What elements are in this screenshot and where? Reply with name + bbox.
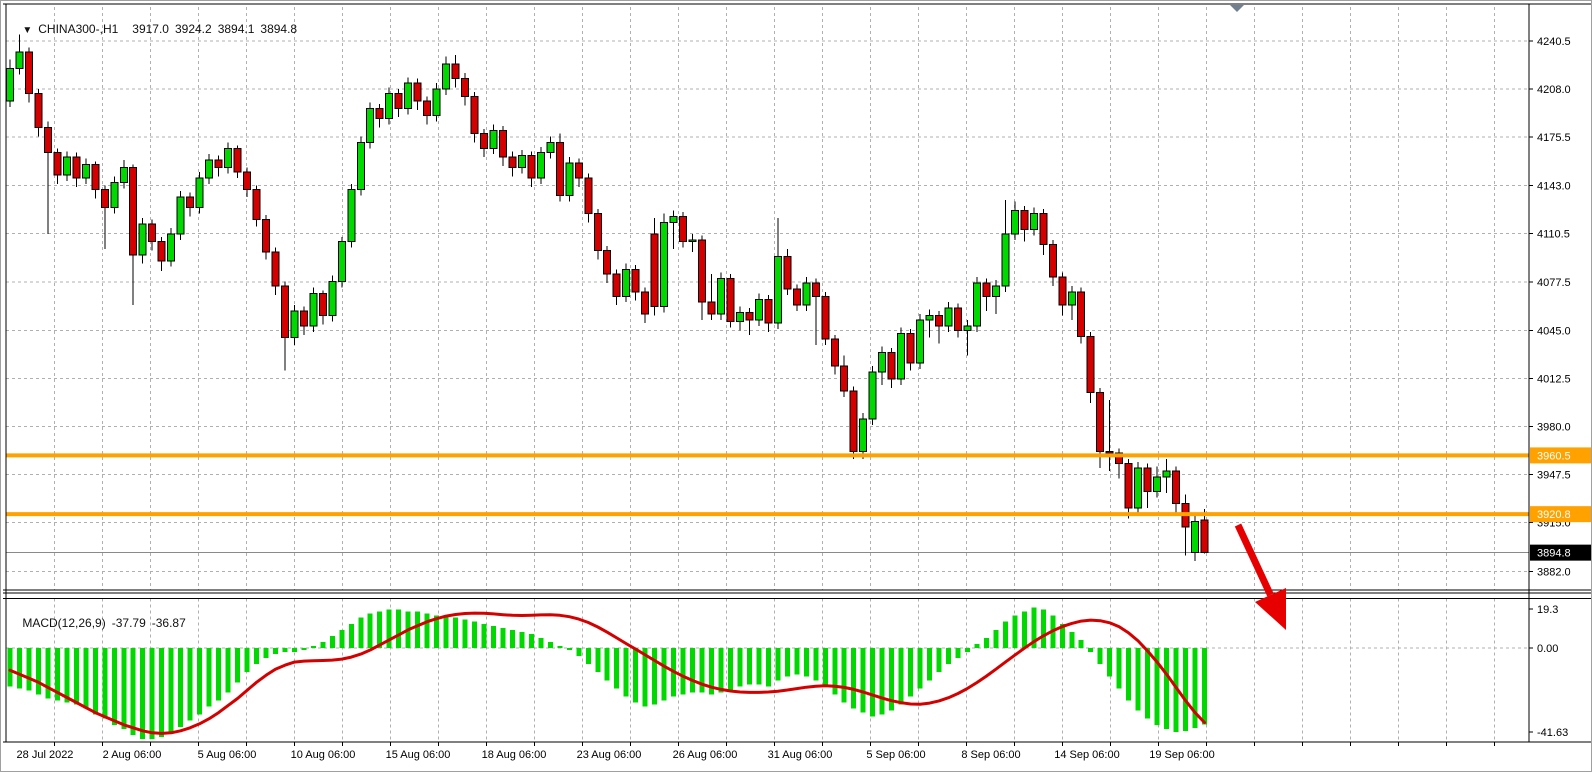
svg-text:3960.5: 3960.5 [1537, 450, 1571, 462]
svg-text:10 Aug 06:00: 10 Aug 06:00 [291, 749, 356, 761]
svg-text:4208.0: 4208.0 [1537, 84, 1571, 96]
svg-text:14 Sep 06:00: 14 Sep 06:00 [1054, 749, 1119, 761]
svg-text:19.3: 19.3 [1537, 604, 1558, 616]
svg-text:5 Aug 06:00: 5 Aug 06:00 [198, 749, 257, 761]
svg-text:4240.5: 4240.5 [1537, 36, 1571, 48]
svg-text:8 Sep 06:00: 8 Sep 06:00 [961, 749, 1020, 761]
svg-text:31 Aug 06:00: 31 Aug 06:00 [768, 749, 833, 761]
svg-text:26 Aug 06:00: 26 Aug 06:00 [673, 749, 738, 761]
svg-text:3980.0: 3980.0 [1537, 422, 1571, 434]
svg-text:18 Aug 06:00: 18 Aug 06:00 [482, 749, 547, 761]
svg-text:15 Aug 06:00: 15 Aug 06:00 [386, 749, 451, 761]
svg-text:-41.63: -41.63 [1537, 727, 1568, 739]
svg-text:5 Sep 06:00: 5 Sep 06:00 [866, 749, 925, 761]
svg-text:4175.5: 4175.5 [1537, 132, 1571, 144]
svg-text:28 Jul 2022: 28 Jul 2022 [17, 749, 74, 761]
chart-window: 4240.5 4208.0 4175.5 4143.0 4110.5 4077.5 4045… [0, 0, 1592, 772]
svg-text:0.00: 0.00 [1537, 643, 1558, 655]
svg-text:19 Sep 06:00: 19 Sep 06:00 [1149, 749, 1214, 761]
level-price-label: 3920.8 [1530, 506, 1592, 522]
chart-canvas[interactable]: 4240.5 4208.0 4175.5 4143.0 4110.5 4077.5 4045… [1, 1, 1592, 772]
svg-text:3894.8: 3894.8 [1537, 548, 1571, 560]
svg-text:4012.5: 4012.5 [1537, 373, 1571, 385]
svg-text:3947.5: 3947.5 [1537, 470, 1571, 482]
svg-text:3920.8: 3920.8 [1537, 509, 1571, 521]
svg-text:4045.0: 4045.0 [1537, 325, 1571, 337]
svg-text:2 Aug 06:00: 2 Aug 06:00 [103, 749, 162, 761]
current-price-label: 3894.8 [1530, 545, 1592, 561]
svg-text:3882.0: 3882.0 [1537, 567, 1571, 579]
svg-text:4143.0: 4143.0 [1537, 180, 1571, 192]
svg-text:4110.5: 4110.5 [1537, 228, 1570, 240]
level-price-label: 3960.5 [1530, 447, 1592, 463]
svg-text:4077.5: 4077.5 [1537, 277, 1571, 289]
svg-text:23 Aug 06:00: 23 Aug 06:00 [577, 749, 642, 761]
